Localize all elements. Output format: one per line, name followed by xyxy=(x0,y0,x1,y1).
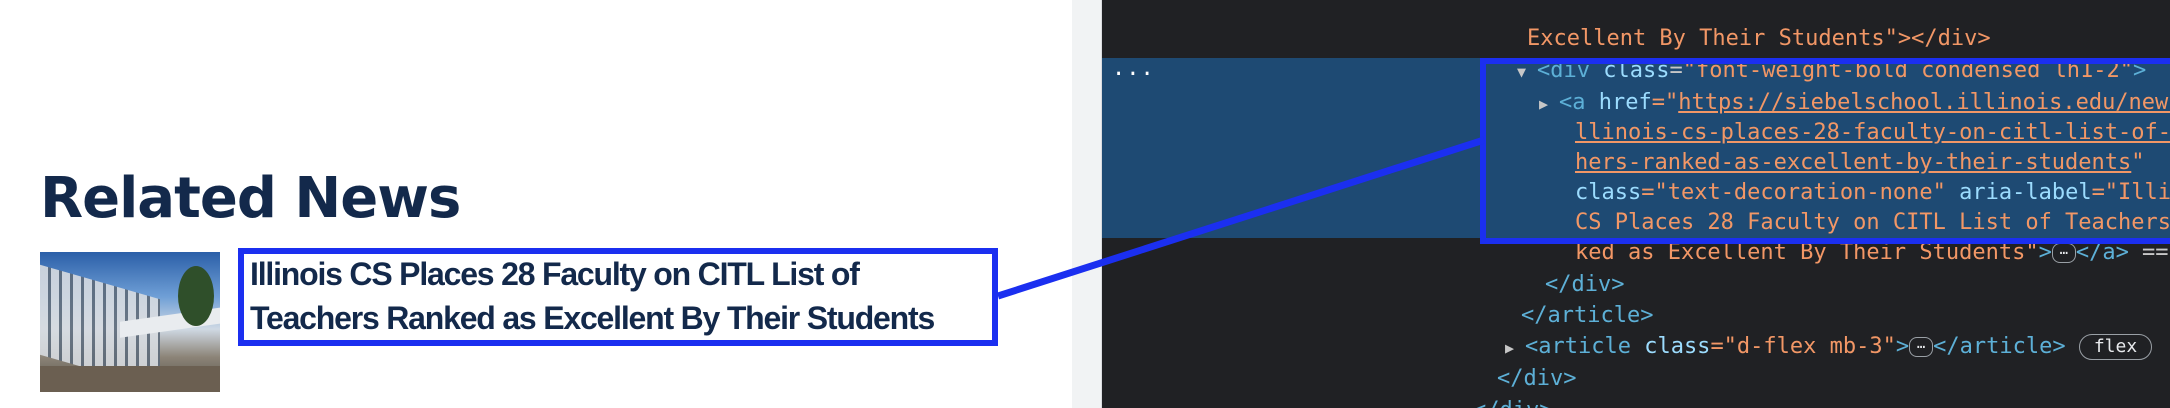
connector-line xyxy=(996,136,1486,300)
